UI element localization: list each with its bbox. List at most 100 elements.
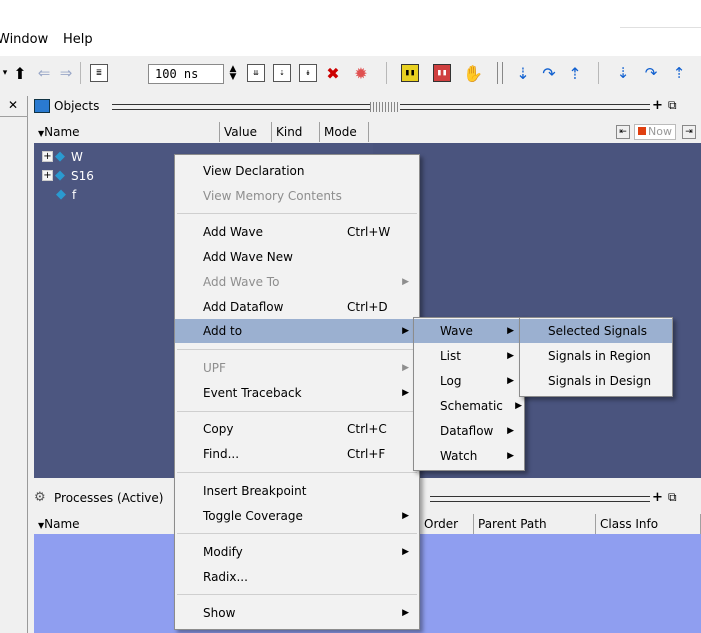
menu-item-add-wave[interactable]: Add Wave Ctrl+W [175, 220, 419, 244]
menu-item-toggle-coverage[interactable]: Toggle Coverage ▶ [175, 504, 419, 528]
maximize-icon[interactable]: ⧉ [668, 490, 677, 505]
dropdown-arrow-icon[interactable]: ▾ [0, 61, 10, 85]
menu-window[interactable]: Window [0, 32, 48, 47]
c-step-out-icon[interactable]: ⇡ [668, 61, 690, 85]
submenu-item-dataflow[interactable]: Dataflow ▶ [414, 419, 524, 443]
now-marker-icon [638, 127, 646, 135]
run-icon[interactable]: ⇣ [272, 61, 292, 85]
menu-item-add-dataflow[interactable]: Add Dataflow Ctrl+D [175, 295, 419, 319]
c-step-over-icon[interactable]: ↷ [640, 61, 662, 85]
toolbar-separator [598, 62, 599, 84]
submenu-arrow-icon: ▶ [402, 547, 409, 557]
cursor-to-end-icon[interactable]: ⇥ [682, 125, 696, 139]
column-parent-path[interactable]: Parent Path [474, 514, 596, 534]
signal-icon: ◆ [55, 168, 65, 183]
menu-item-modify[interactable]: Modify ▶ [175, 540, 419, 564]
expand-icon[interactable]: + [42, 170, 53, 181]
menu-separator [177, 533, 417, 534]
stop-icon[interactable]: ✹ [350, 61, 372, 85]
step-over-icon[interactable]: ↷ [538, 61, 560, 85]
run-continue-icon[interactable]: ↡ [298, 61, 318, 85]
column-name[interactable]: ▼Name [34, 122, 220, 142]
submenu-item-signals-in-region[interactable]: Signals in Region [520, 344, 672, 368]
spin-arrows-icon[interactable]: ▲ ▼ [226, 61, 240, 85]
menu-item-add-wave-to: Add Wave To ▶ [175, 270, 419, 294]
up-arrow-icon[interactable]: ⬆ [11, 61, 29, 85]
submenu-item-list[interactable]: List ▶ [414, 344, 524, 368]
submenu-item-wave[interactable]: Wave ▶ [414, 319, 524, 343]
menu-item-event-traceback[interactable]: Event Traceback ▶ [175, 381, 419, 405]
undock-plus-icon[interactable]: + [652, 490, 663, 505]
add-to-submenu: Wave ▶ List ▶ Log ▶ Schematic ▶ Dataflow ▶ Wa… [413, 317, 525, 471]
menu-item-show[interactable]: Show ▶ [175, 601, 419, 625]
column-class-info[interactable]: Class Info [596, 514, 701, 534]
step-out-icon[interactable]: ⇡ [564, 61, 586, 85]
submenu-arrow-icon: ▶ [507, 451, 514, 461]
forward-icon[interactable]: ⇒ [56, 61, 76, 85]
drag-grip[interactable] [400, 104, 650, 110]
column-kind[interactable]: Kind [272, 122, 320, 142]
menu-item-copy[interactable]: Copy Ctrl+C [175, 417, 419, 441]
menu-separator [177, 411, 417, 412]
menu-separator [177, 472, 417, 473]
column-value[interactable]: Value [220, 122, 272, 142]
run-length-input[interactable]: 100 ns [148, 64, 224, 84]
signal-icon: ◆ [56, 187, 66, 202]
cursor-to-now-icon[interactable]: ⇤ [616, 125, 630, 139]
objects-icon [34, 99, 50, 113]
submenu-arrow-icon: ▶ [507, 351, 514, 361]
submenu-arrow-icon: ▶ [402, 277, 409, 287]
toolbar-separator [497, 62, 498, 84]
submenu-arrow-icon: ▶ [402, 326, 409, 336]
submenu-item-log[interactable]: Log ▶ [414, 369, 524, 393]
menu-item-find[interactable]: Find... Ctrl+F [175, 442, 419, 466]
restart-icon[interactable]: ⇊ [246, 61, 266, 85]
menu-item-view-declaration[interactable]: View Declaration [175, 159, 419, 183]
objects-title-bar[interactable]: Objects + ⧉ [30, 96, 701, 118]
c-step-into-icon[interactable]: ⇣ [612, 61, 634, 85]
column-order[interactable]: Order [420, 514, 474, 534]
run-length-icon[interactable]: ≣ [88, 61, 110, 85]
menu-help[interactable]: Help [63, 32, 93, 47]
submenu-item-selected-signals[interactable]: Selected Signals [520, 319, 672, 343]
toolbar-separator [386, 62, 387, 84]
gear-icon: ⚙ [34, 490, 46, 505]
drag-grip[interactable] [430, 496, 650, 502]
toolbar: ▾ ⬆ ⇐ ⇒ ≣ 100 ns ▲ ▼ ⇊ ⇣ ↡ ✖ ✹ ▮▮ ▮▮ ✋ ⇣ … [0, 56, 701, 92]
menu-item-add-wave-new[interactable]: Add Wave New [175, 245, 419, 269]
divider [0, 116, 28, 117]
hand-icon[interactable]: ✋ [462, 61, 484, 85]
maximize-icon[interactable]: ⧉ [668, 98, 677, 113]
column-mode[interactable]: Mode [320, 122, 369, 142]
memory-icon[interactable]: ▮▮ [430, 61, 454, 85]
menu-item-add-to[interactable]: Add to ▶ [175, 319, 419, 343]
tree-row[interactable]: + ◆ S16 [42, 166, 94, 185]
wave-submenu: Selected Signals Signals in Region Signa… [519, 317, 673, 397]
menu-bar: Window Help [0, 0, 701, 56]
undock-plus-icon[interactable]: + [652, 98, 663, 113]
drag-grip[interactable] [112, 104, 370, 110]
submenu-item-watch[interactable]: Watch ▶ [414, 444, 524, 468]
menu-separator [177, 213, 417, 214]
step-into-icon[interactable]: ⇣ [512, 61, 534, 85]
back-icon[interactable]: ⇐ [34, 61, 54, 85]
tree-row[interactable]: + ◆ W [42, 147, 83, 166]
submenu-arrow-icon: ▶ [507, 426, 514, 436]
left-pane: ✕ [0, 96, 28, 633]
toolbar-separator [80, 62, 81, 84]
menu-item-view-memory-contents: View Memory Contents [203, 189, 342, 203]
submenu-item-signals-in-design[interactable]: Signals in Design [520, 369, 672, 393]
objects-title: Objects [54, 99, 100, 113]
drag-grip[interactable] [370, 102, 400, 112]
expand-icon[interactable]: + [42, 151, 53, 162]
break-icon[interactable]: ✖ [322, 61, 344, 85]
wave-icon[interactable]: ▮▮ [398, 61, 422, 85]
submenu-item-schematic[interactable]: Schematic ▶ [414, 394, 524, 418]
tree-row[interactable]: ◆ f [56, 185, 76, 204]
submenu-arrow-icon: ▶ [402, 608, 409, 618]
submenu-arrow-icon: ▶ [507, 326, 514, 336]
menu-item-radix[interactable]: Radix... [175, 565, 419, 589]
menu-item-insert-breakpoint[interactable]: Insert Breakpoint [175, 479, 419, 503]
menu-item-upf: UPF ▶ [175, 356, 419, 380]
close-icon[interactable]: ✕ [6, 98, 20, 112]
